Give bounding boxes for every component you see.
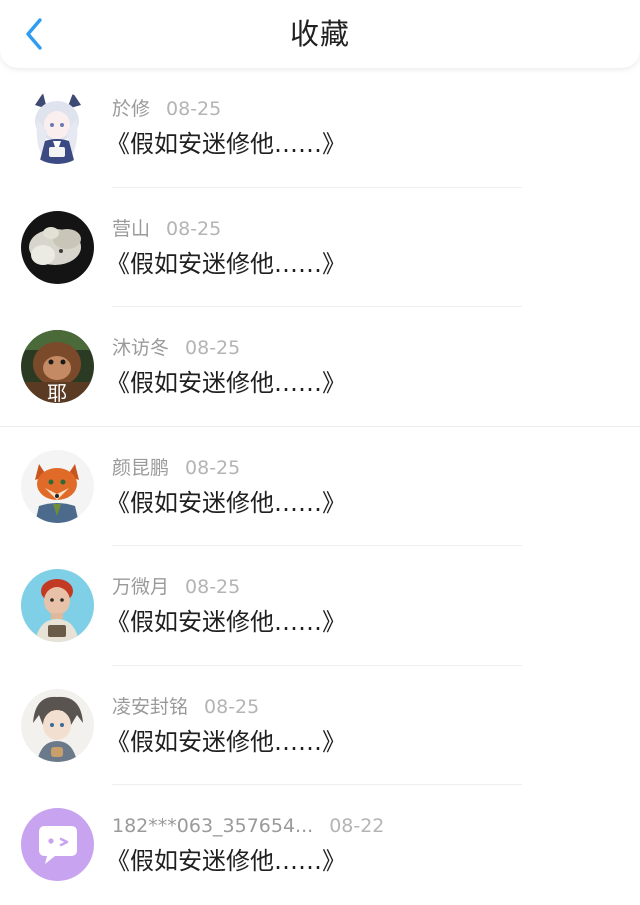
avatar-caption: 耶 — [47, 381, 67, 403]
author-name[interactable]: 万微月 — [112, 576, 169, 598]
author-name[interactable]: 营山 — [112, 218, 150, 240]
item-date: 08-25 — [166, 98, 222, 120]
plush-avatar[interactable] — [21, 210, 94, 284]
item-date: 08-25 — [166, 217, 222, 240]
author-name[interactable]: 凌安封铭 — [112, 696, 188, 718]
list-item[interactable]: 182***063_357654... 08-22 《假如安迷修他……》 — [0, 785, 640, 905]
item-meta: 凌安封铭 08-25 — [112, 695, 259, 719]
author-name[interactable]: 沐访冬 — [112, 337, 169, 359]
author-name[interactable]: 於修 — [112, 98, 150, 120]
item-title[interactable]: 《假如安迷修他……》 — [106, 128, 346, 160]
item-meta: 沐访冬 08-25 — [112, 336, 240, 360]
list-item[interactable]: 凌安封铭 08-25 《假如安迷修他……》 — [0, 666, 640, 785]
list-item[interactable]: 万微月 08-25 《假如安迷修他……》 — [0, 546, 640, 666]
fox-avatar[interactable] — [21, 449, 94, 523]
monkey-avatar[interactable]: 耶 — [21, 330, 94, 403]
anime-girl-avatar[interactable] — [21, 91, 94, 164]
item-title[interactable]: 《假如安迷修他……》 — [106, 367, 346, 399]
author-name[interactable]: 颜昆鹏 — [112, 457, 169, 479]
item-title[interactable]: 《假如安迷修他……》 — [106, 845, 346, 877]
item-date: 08-25 — [185, 456, 241, 479]
chat-bubble-avatar[interactable] — [21, 808, 94, 881]
item-meta: 182***063_357654... 08-22 — [112, 814, 384, 838]
person-avatar[interactable] — [21, 569, 94, 642]
top-bar: 收藏 — [0, 0, 640, 68]
item-meta: 颜昆鹏 08-25 — [112, 456, 240, 480]
item-date: 08-25 — [185, 337, 241, 359]
item-date: 08-22 — [329, 815, 385, 837]
author-name[interactable]: 182***063_357654... — [112, 815, 313, 837]
list-item[interactable]: 於修 08-25 《假如安迷修他……》 — [0, 68, 640, 188]
list-item[interactable]: 耶 沐访冬 08-25 《假如安迷修他……》 — [0, 307, 640, 427]
item-date: 08-25 — [204, 695, 260, 718]
item-title[interactable]: 《假如安迷修他……》 — [106, 726, 346, 758]
item-meta: 於修 08-25 — [112, 97, 221, 121]
item-title[interactable]: 《假如安迷修他……》 — [106, 248, 346, 280]
item-title[interactable]: 《假如安迷修他……》 — [106, 606, 346, 638]
item-meta: 万微月 08-25 — [112, 575, 240, 599]
item-date: 08-25 — [185, 576, 241, 598]
item-meta: 营山 08-25 — [112, 217, 221, 241]
list-item[interactable]: 营山 08-25 《假如安迷修他……》 — [0, 188, 640, 307]
favorites-list: 於修 08-25 《假如安迷修他……》 营山 08-25 《假如安迷修他……》 — [0, 68, 640, 905]
list-item[interactable]: 颜昆鹏 08-25 《假如安迷修他……》 — [0, 427, 640, 546]
page-title: 收藏 — [289, 17, 350, 51]
anime-boy-avatar[interactable] — [21, 688, 94, 762]
item-title[interactable]: 《假如安迷修他……》 — [106, 487, 346, 519]
